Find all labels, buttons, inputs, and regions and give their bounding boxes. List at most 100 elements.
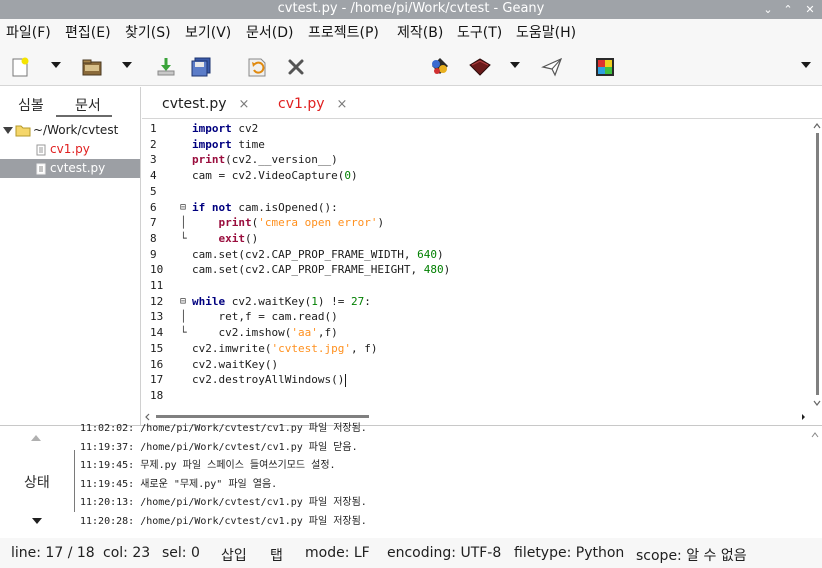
tree-folder[interactable]: ~/Work/cvtest xyxy=(0,121,140,140)
code-text: cam = cv2.VideoCapture(0) xyxy=(192,169,358,183)
code-line[interactable]: 7 │ print('cmera open error') xyxy=(142,215,802,231)
status-encoding: encoding: UTF-8 xyxy=(387,545,502,561)
tab-label: cv1.py xyxy=(278,96,325,112)
tab-close-icon[interactable]: × xyxy=(337,97,348,112)
editor-pane: cvtest.py × cv1.py × 1 import cv2 2 import ti… xyxy=(142,87,822,425)
code-line[interactable]: 1 import cv2 xyxy=(142,121,802,137)
toolbar xyxy=(0,47,822,86)
code-text: cam.set(cv2.CAP_PROP_FRAME_WIDTH, 640) xyxy=(192,247,444,261)
title-bar: cvtest.py - /home/pi/Work/cvtest - Geany… xyxy=(0,0,822,19)
tab-label: cvtest.py xyxy=(162,96,227,112)
fold-marker: └ xyxy=(180,231,187,245)
fold-marker: │ xyxy=(180,310,187,324)
open-file-icon[interactable] xyxy=(80,56,104,78)
code-line[interactable]: 14 └ cv2.imshow('aa',f) xyxy=(142,325,802,341)
geany-window: cvtest.py - /home/pi/Work/cvtest - Geany… xyxy=(0,0,822,568)
status-message: 11:20:13: /home/pi/Work/cvtest/cv1.py 파일… xyxy=(80,497,367,508)
tree-file-cv1[interactable]: cv1.py xyxy=(0,140,140,159)
status-message: 11:19:45: 새로운 "무제.py" 파일 열음. xyxy=(80,478,278,490)
toolbar-overflow-icon[interactable] xyxy=(801,62,811,68)
revert-icon[interactable] xyxy=(245,56,269,78)
status-mode: mode: LF xyxy=(305,545,370,561)
menu-view[interactable]: 보기(V) xyxy=(185,24,231,42)
close-file-icon[interactable] xyxy=(286,56,306,78)
color-chooser-icon[interactable] xyxy=(594,56,616,78)
status-message-list[interactable]: 11:02:02: /home/pi/Work/cvtest/cv1.py 파일… xyxy=(80,420,800,531)
code-text: while cv2.waitKey(1) != 27: xyxy=(192,294,371,308)
code-editor[interactable]: 1 import cv2 2 import time 3 print(cv2.__vers… xyxy=(142,121,806,411)
line-number: 6 xyxy=(150,200,157,214)
tab-cv1[interactable]: cv1.py × xyxy=(278,95,347,114)
code-line[interactable]: 5 xyxy=(142,184,802,200)
build-icon[interactable] xyxy=(467,56,493,78)
minimize-button[interactable]: ⌄ xyxy=(758,1,778,18)
execute-icon[interactable] xyxy=(540,56,564,78)
close-window-button[interactable]: ✕ xyxy=(800,1,820,18)
menu-bar: 파일(F) 편집(E) 찾기(S) 보기(V) 문서(D) 프로젝트(P) 제작… xyxy=(0,19,822,47)
vertical-scrollbar[interactable] xyxy=(812,121,822,411)
code-line[interactable]: 17 cv2.destroyAllWindows() xyxy=(142,372,802,388)
new-file-dropdown-icon[interactable] xyxy=(51,62,61,68)
file-label-cvtest: cvtest.py xyxy=(50,161,106,175)
fold-marker: │ xyxy=(180,216,187,230)
maximize-button[interactable]: ⌃ xyxy=(778,1,798,18)
status-message: 11:02:02: /home/pi/Work/cvtest/cv1.py 파일… xyxy=(80,423,367,434)
tab-symbols[interactable]: 심볼 xyxy=(18,95,44,115)
code-line[interactable]: 9 cam.set(cv2.CAP_PROP_FRAME_WIDTH, 640) xyxy=(142,247,802,263)
menu-build[interactable]: 제작(B) xyxy=(397,24,443,42)
status-tab: 탭 xyxy=(270,548,283,564)
code-text: if not cam.isOpened(): xyxy=(192,200,338,214)
line-number: 5 xyxy=(150,184,157,198)
menu-document[interactable]: 문서(D) xyxy=(246,24,293,42)
line-number: 1 xyxy=(150,122,157,135)
document-tree: ~/Work/cvtest cv1.py cvtest.py xyxy=(0,121,140,178)
line-number: 17 xyxy=(150,373,164,387)
status-message: 11:19:37: /home/pi/Work/cvtest/cv1.py 파일… xyxy=(80,441,358,453)
menu-file[interactable]: 파일(F) xyxy=(6,24,51,42)
code-line[interactable]: 3 print(cv2.__version__) xyxy=(142,152,802,168)
code-line[interactable]: 6 ⊟ if not cam.isOpened(): xyxy=(142,200,802,216)
line-number: 18 xyxy=(150,388,164,402)
status-col: col: 23 xyxy=(103,545,151,561)
code-line[interactable]: 18 xyxy=(142,388,802,404)
fold-marker: ⊟ xyxy=(180,295,187,307)
line-number: 15 xyxy=(150,341,164,355)
expander-open-icon[interactable] xyxy=(3,127,13,135)
scroll-down-icon[interactable] xyxy=(31,517,43,525)
file-icon xyxy=(36,144,46,156)
status-insert: 삽입 xyxy=(221,548,247,564)
code-line[interactable]: 13 │ ret,f = cam.read() xyxy=(142,309,802,325)
menu-help[interactable]: 도움말(H) xyxy=(516,24,576,42)
new-file-icon[interactable] xyxy=(10,56,30,78)
code-line[interactable]: 8 └ exit() xyxy=(142,231,802,247)
status-filetype: filetype: Python xyxy=(514,545,625,561)
code-line[interactable]: 10 cam.set(cv2.CAP_PROP_FRAME_HEIGHT, 480… xyxy=(142,262,802,278)
tab-divider xyxy=(74,450,75,512)
status-message: 11:20:28: /home/pi/Work/cvtest/cv1.py 파일… xyxy=(80,515,367,527)
code-line[interactable]: 4 cam = cv2.VideoCapture(0) xyxy=(142,168,802,184)
code-line[interactable]: 16 cv2.waitKey() xyxy=(142,357,802,373)
code-line[interactable]: 15 cv2.imwrite('cvtest.jpg', f) xyxy=(142,341,802,357)
tab-status[interactable]: 상태 xyxy=(24,472,50,492)
open-file-dropdown-icon[interactable] xyxy=(122,62,132,68)
menu-search[interactable]: 찾기(S) xyxy=(125,24,171,42)
menu-tools[interactable]: 도구(T) xyxy=(457,24,502,42)
code-line[interactable]: 12 ⊟ while cv2.waitKey(1) != 27: xyxy=(142,294,802,310)
compile-icon[interactable] xyxy=(428,56,452,78)
save-icon[interactable] xyxy=(155,56,177,78)
tree-file-cvtest[interactable]: cvtest.py xyxy=(0,159,140,178)
save-all-icon[interactable] xyxy=(190,56,214,78)
tab-close-icon[interactable]: × xyxy=(239,97,250,112)
menu-project[interactable]: 프로젝트(P) xyxy=(308,24,379,42)
scroll-up-icon[interactable] xyxy=(30,434,42,442)
message-scroll-up-icon[interactable] xyxy=(810,431,820,439)
code-text: cv2.imwrite('cvtest.jpg', f) xyxy=(192,341,378,355)
code-line[interactable]: 11 xyxy=(142,278,802,294)
menu-edit[interactable]: 편집(E) xyxy=(65,24,111,42)
tab-documents[interactable]: 문서 xyxy=(75,95,101,115)
code-line[interactable]: 2 import time xyxy=(142,137,802,153)
line-number: 8 xyxy=(150,231,157,245)
tab-cvtest[interactable]: cvtest.py × xyxy=(162,95,249,114)
line-number: 3 xyxy=(150,153,157,167)
build-dropdown-icon[interactable] xyxy=(510,62,520,68)
